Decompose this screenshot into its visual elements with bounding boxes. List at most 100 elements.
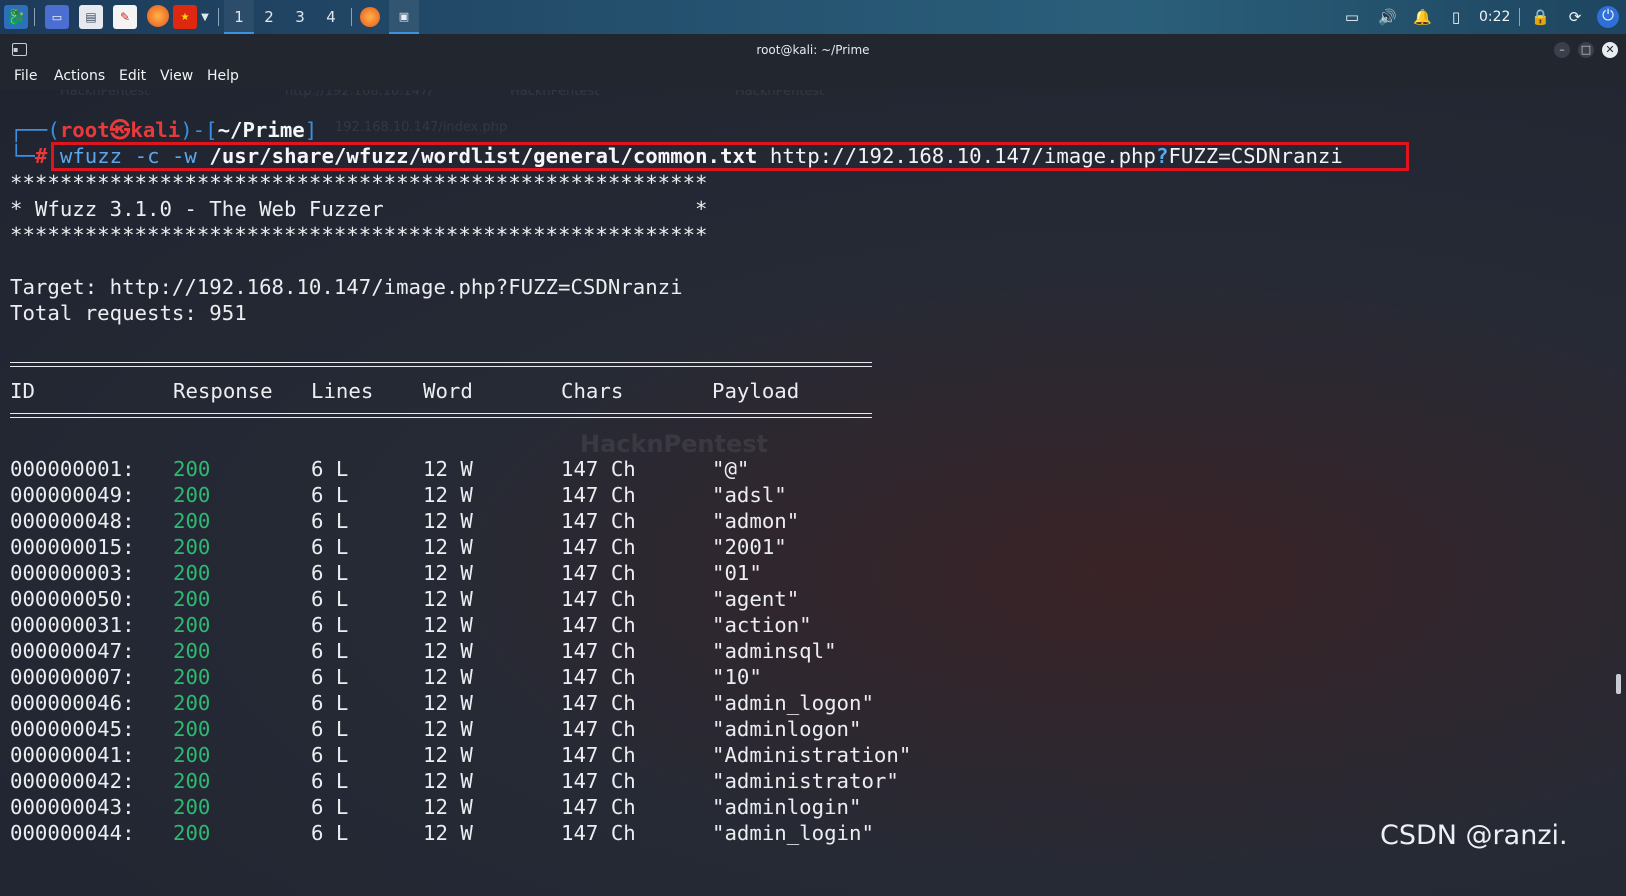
menu-actions[interactable]: Actions <box>54 68 105 84</box>
row-payload: "agent" <box>712 587 800 611</box>
prompt-line: ┌──(root㉿kali)-[~/Prime] <box>10 118 318 142</box>
maximize-button[interactable]: □ <box>1578 42 1594 58</box>
taskbar-separator <box>351 8 352 26</box>
row-response: 200 <box>173 821 211 845</box>
terminal-output[interactable]: HacknPentest http://192.168.10.147/ Hack… <box>0 90 1626 896</box>
header-word: Word <box>423 379 473 403</box>
row-lines: 6 L <box>311 535 349 559</box>
workspace-2[interactable]: 2 <box>254 0 284 34</box>
header-payload: Payload <box>712 379 800 403</box>
chevron-down-icon[interactable]: ▼ <box>198 5 212 29</box>
row-chars: 147 Ch <box>561 535 636 559</box>
row-chars: 147 Ch <box>561 665 636 689</box>
row-payload: "2001" <box>712 535 787 559</box>
row-response: 200 <box>173 483 211 507</box>
header-lines: Lines <box>311 379 374 403</box>
kali-menu-icon[interactable]: 🐉 <box>4 5 28 29</box>
row-payload: "Administration" <box>712 743 912 767</box>
menu-bar: File Actions Edit View Help <box>0 66 1626 90</box>
menu-view[interactable]: View <box>160 68 193 84</box>
row-id: 000000049: <box>10 483 135 507</box>
row-response: 200 <box>173 665 211 689</box>
file-manager-icon[interactable]: ▤ <box>79 5 103 29</box>
row-word: 12 W <box>423 613 473 637</box>
desktop-icon[interactable]: ▭ <box>45 5 69 29</box>
power-icon[interactable]: ⏻ <box>1597 6 1619 28</box>
menu-help[interactable]: Help <box>207 68 239 84</box>
workspace-1[interactable]: 1 <box>224 0 254 34</box>
total-requests: Total requests: 951 <box>10 301 247 325</box>
firefox-task-icon[interactable] <box>360 7 380 27</box>
watermark: CSDN @ranzi. <box>1380 820 1568 851</box>
ghost-text: HacknPentest <box>510 90 600 99</box>
row-id: 000000007: <box>10 665 135 689</box>
menu-file[interactable]: File <box>14 68 37 84</box>
row-payload: "adminsql" <box>712 639 837 663</box>
row-lines: 6 L <box>311 743 349 767</box>
row-word: 12 W <box>423 457 473 481</box>
row-id: 000000050: <box>10 587 135 611</box>
row-response: 200 <box>173 717 211 741</box>
scrollbar-thumb[interactable] <box>1616 674 1621 694</box>
row-word: 12 W <box>423 691 473 715</box>
row-response: 200 <box>173 639 211 663</box>
flag-icon[interactable]: ★ <box>173 5 197 29</box>
row-id: 000000044: <box>10 821 135 845</box>
window-titlebar[interactable]: ▪ root@kali: ~/Prime – □ ✕ <box>0 34 1626 66</box>
prompt-user: root <box>59 118 110 142</box>
row-response: 200 <box>173 561 211 585</box>
row-word: 12 W <box>423 717 473 741</box>
firefox-icon[interactable] <box>147 5 169 27</box>
header-response: Response <box>173 379 273 403</box>
taskbar: 🐉 ▭ ▤ ✎ ★ ▼ 1 2 3 4 ▣ ▭ 🔊 🔔 ▯ 0:22 🔒 ⟳ ⏻ <box>0 0 1626 34</box>
taskbar-separator <box>218 8 219 26</box>
row-chars: 147 Ch <box>561 717 636 741</box>
volume-icon[interactable]: 🔊 <box>1378 8 1397 26</box>
bell-icon[interactable]: 🔔 <box>1413 8 1432 26</box>
row-id: 000000043: <box>10 795 135 819</box>
refresh-icon[interactable]: ⟳ <box>1566 8 1584 26</box>
row-word: 12 W <box>423 535 473 559</box>
row-id: 000000042: <box>10 769 135 793</box>
menu-edit[interactable]: Edit <box>119 68 146 84</box>
row-response: 200 <box>173 691 211 715</box>
row-chars: 147 Ch <box>561 691 636 715</box>
display-icon[interactable]: ▭ <box>1343 8 1361 26</box>
row-word: 12 W <box>423 587 473 611</box>
row-word: 12 W <box>423 821 473 845</box>
prompt-symbol: # <box>34 144 48 168</box>
banner-title: * Wfuzz 3.1.0 - The Web Fuzzer * <box>10 197 708 221</box>
row-word: 12 W <box>423 561 473 585</box>
row-response: 200 <box>173 587 211 611</box>
battery-icon[interactable]: ▯ <box>1447 8 1465 26</box>
row-id: 000000015: <box>10 535 135 559</box>
banner-stars: ****************************************… <box>10 171 708 195</box>
row-payload: "admin_login" <box>712 821 874 845</box>
row-payload: "admin_logon" <box>712 691 874 715</box>
row-lines: 6 L <box>311 717 349 741</box>
clock[interactable]: 0:22 <box>1479 0 1510 34</box>
row-payload: "administrator" <box>712 769 899 793</box>
close-button[interactable]: ✕ <box>1602 42 1618 58</box>
lock-icon[interactable]: 🔒 <box>1531 8 1550 26</box>
taskbar-separator <box>34 8 35 26</box>
workspace-3[interactable]: 3 <box>285 0 315 34</box>
text-editor-icon[interactable]: ✎ <box>113 5 137 29</box>
row-chars: 147 Ch <box>561 821 636 845</box>
minimize-button[interactable]: – <box>1554 42 1570 58</box>
row-payload: "adminlogon" <box>712 717 862 741</box>
terminal-task-icon[interactable]: ▣ <box>389 0 419 34</box>
workspace-4[interactable]: 4 <box>316 0 346 34</box>
row-id: 000000031: <box>10 613 135 637</box>
header-id: ID <box>10 379 35 403</box>
row-response: 200 <box>173 795 211 819</box>
row-response: 200 <box>173 769 211 793</box>
row-lines: 6 L <box>311 665 349 689</box>
divider <box>10 413 872 418</box>
row-response: 200 <box>173 535 211 559</box>
window-title: root@kali: ~/Prime <box>756 43 870 57</box>
row-payload: "01" <box>712 561 762 585</box>
target-line: Target: http://192.168.10.147/image.php?… <box>10 275 683 299</box>
header-chars: Chars <box>561 379 624 403</box>
row-payload: "10" <box>712 665 762 689</box>
